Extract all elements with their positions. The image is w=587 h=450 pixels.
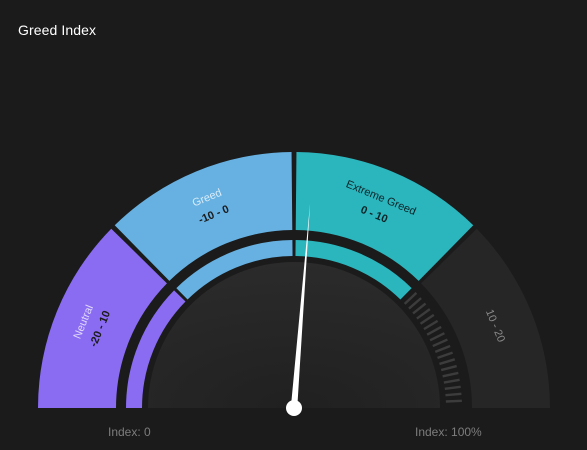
gauge-tick	[445, 392, 462, 397]
gauge-tick	[426, 325, 442, 336]
needle-pivot	[286, 400, 302, 416]
gauge-tick	[416, 308, 431, 320]
gauge-tick	[440, 364, 457, 372]
gauge-tick	[444, 385, 461, 391]
gauge-tick	[419, 313, 435, 325]
gauge-tick	[423, 319, 439, 331]
gauge-tick	[437, 351, 454, 360]
gauge-tick	[442, 371, 459, 378]
gauge-tick	[429, 332, 445, 342]
gauge-tick	[445, 399, 462, 403]
index-max-label: Index: 100%	[415, 425, 482, 439]
index-min-label: Index: 0	[108, 425, 151, 439]
gauge-tick	[443, 378, 460, 384]
gauge-tick	[432, 338, 448, 348]
greed-gauge: Neutral-20 - 10Greed-10 - 0 Extreme Greed…	[38, 152, 550, 416]
gauge-tick	[439, 358, 456, 366]
gauge-tick	[434, 344, 451, 354]
